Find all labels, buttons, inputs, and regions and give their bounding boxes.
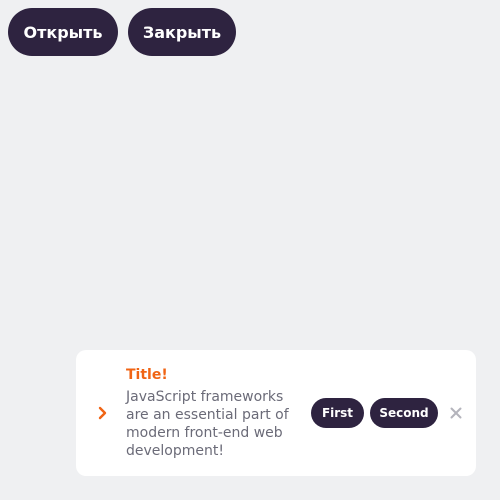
- close-button[interactable]: Закрыть: [128, 8, 236, 56]
- toast-message: JavaScript frameworks are an essential p…: [126, 389, 289, 459]
- first-action-button[interactable]: First: [311, 398, 364, 428]
- second-action-button[interactable]: Second: [370, 398, 438, 428]
- chevron-right-icon: [96, 404, 110, 422]
- close-icon[interactable]: [448, 405, 464, 421]
- toast-notification: Title! JavaScript frameworks are an esse…: [76, 350, 476, 476]
- toast-title: Title!: [126, 367, 168, 383]
- open-button[interactable]: Открыть: [8, 8, 118, 56]
